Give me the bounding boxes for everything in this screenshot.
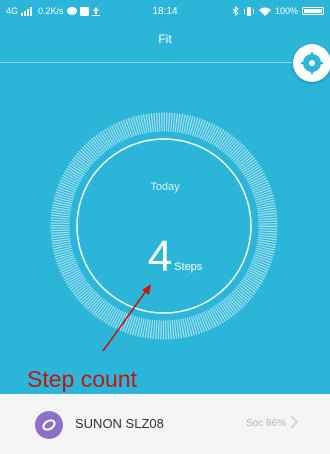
step-progress-ring	[50, 112, 278, 340]
wifi-icon	[258, 7, 271, 16]
vibrate-icon	[243, 6, 254, 16]
status-bar: 4G 0.2K/s 18:14 100%	[0, 0, 330, 22]
device-name: SUNON SLZ08	[75, 416, 164, 431]
annotation-label: Step count	[27, 366, 137, 392]
step-count-unit: Steps	[174, 261, 203, 273]
step-count-value: 4	[147, 232, 173, 281]
step-count-display: 4 Steps	[115, 235, 235, 279]
app-header: Fit	[0, 22, 330, 62]
settings-button[interactable]	[293, 44, 330, 82]
battery-fill	[304, 9, 322, 13]
gear-icon	[301, 52, 323, 74]
battery-percent: 100%	[274, 6, 298, 16]
device-battery: Soc 86%	[246, 418, 287, 429]
bluetooth-icon	[232, 6, 239, 16]
chevron-right-icon	[290, 415, 298, 429]
status-right: 100%	[232, 0, 324, 22]
inner-ring	[76, 138, 252, 314]
page-title: Fit	[158, 32, 172, 46]
battery-icon	[302, 7, 324, 15]
activity-panel: Today 4 Steps Step count	[0, 63, 330, 394]
step-ring	[50, 112, 278, 352]
watch-icon	[35, 411, 63, 439]
period-label: Today	[150, 181, 180, 193]
device-row[interactable]: SUNON SLZ08 Soc 86%	[0, 394, 330, 454]
annotation-arrow-line	[102, 290, 147, 352]
